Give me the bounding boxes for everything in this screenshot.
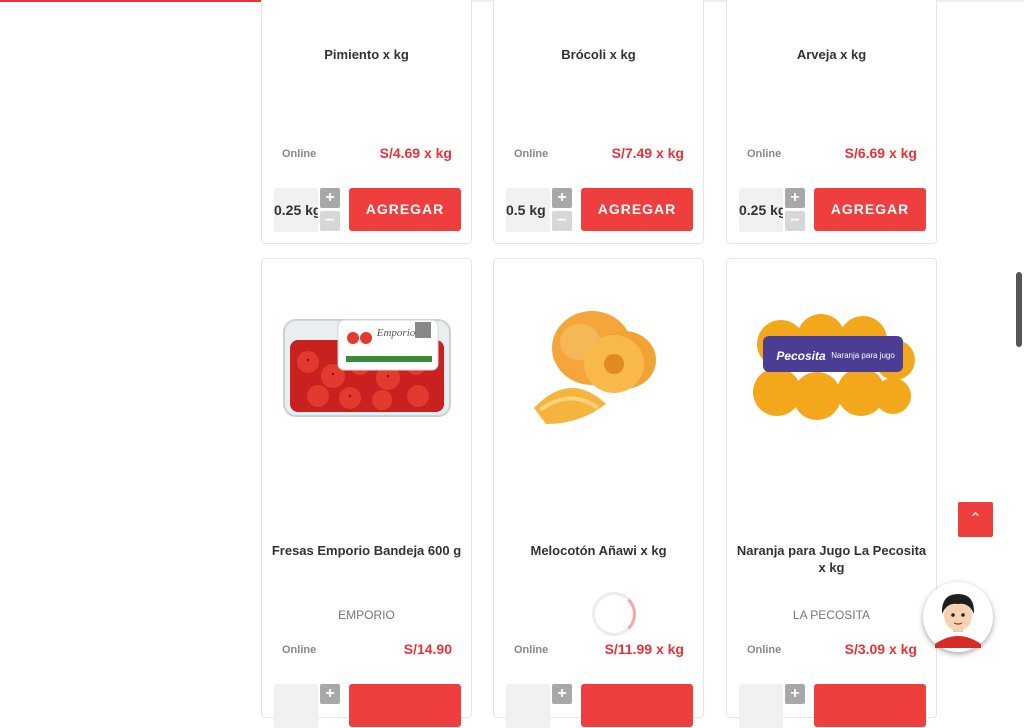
product-name[interactable]: Melocotón Añawi x kg xyxy=(502,542,695,559)
add-to-cart-button[interactable]: AGREGAR xyxy=(581,188,693,231)
sales-channel-label: Online xyxy=(747,148,782,160)
add-to-cart-button[interactable] xyxy=(581,684,693,727)
product-price: S/7.49 x kg xyxy=(611,145,684,161)
quantity-increase-button[interactable]: + xyxy=(320,684,340,704)
quantity-increase-button[interactable]: + xyxy=(320,188,340,208)
product-brand: EMPORIO xyxy=(338,608,395,622)
scrollbar-thumb[interactable] xyxy=(1016,272,1022,347)
add-to-cart-button[interactable] xyxy=(349,684,461,727)
product-card-pimiento[interactable]: Pimiento x kg Online S/4.69 x kg 0.25 kg… xyxy=(261,0,472,244)
assistant-avatar-icon[interactable] xyxy=(923,582,993,652)
product-card-arveja[interactable]: Arveja x kg Online S/6.69 x kg 0.25 kg +… xyxy=(726,0,937,244)
product-price: S/6.69 x kg xyxy=(844,145,917,161)
fresas-brand-mark: Emporio xyxy=(376,327,416,339)
product-name[interactable]: Fresas Emporio Bandeja 600 g xyxy=(270,542,463,559)
product-brand: LA PECOSITA xyxy=(792,608,871,622)
quantity-display[interactable] xyxy=(274,684,318,728)
sales-channel-label: Online xyxy=(747,644,782,656)
product-name[interactable]: Naranja para Jugo La Pecosita x kg xyxy=(735,542,928,576)
quantity-display[interactable]: 0.25 kg xyxy=(274,188,318,232)
product-card-melocoton[interactable]: Melocotón Añawi x kg Online S/11.99 x kg… xyxy=(493,258,704,728)
peach-image[interactable] xyxy=(510,284,687,434)
loading-spinner-icon xyxy=(592,592,636,636)
sales-channel-label: Online xyxy=(282,148,317,160)
quantity-increase-button[interactable]: + xyxy=(785,684,805,704)
product-name[interactable]: Brócoli x kg xyxy=(502,46,695,63)
sales-channel-label: Online xyxy=(282,644,317,656)
quantity-increase-button[interactable]: + xyxy=(552,188,572,208)
orange-bag-image[interactable]: Pecosita Naranja para jugo xyxy=(743,284,920,434)
product-name[interactable]: Pimiento x kg xyxy=(270,46,463,63)
chevron-up-icon[interactable]: ⌃ xyxy=(958,502,993,537)
quantity-display[interactable] xyxy=(739,684,783,728)
naranja-tag: Naranja para jugo xyxy=(831,351,895,360)
sales-channel-label: Online xyxy=(514,148,549,160)
product-name[interactable]: Arveja x kg xyxy=(735,46,928,63)
product-card-brocoli[interactable]: Brócoli x kg Online S/7.49 x kg 0.5 kg +… xyxy=(493,0,704,244)
product-card-fresas[interactable]: Emporio Fresas Emporio Bandeja 600 g EMP… xyxy=(261,258,472,728)
quantity-display[interactable]: 0.25 kg xyxy=(739,188,783,232)
quantity-decrease-button[interactable]: − xyxy=(785,211,805,231)
add-to-cart-button[interactable] xyxy=(814,684,926,727)
product-price: S/4.69 x kg xyxy=(379,145,452,161)
pecosita-logo: Pecosita xyxy=(776,349,826,363)
product-price: S/11.99 x kg xyxy=(604,641,684,657)
product-price: S/3.09 x kg xyxy=(844,641,917,657)
sales-channel-label: Online xyxy=(514,644,549,656)
add-to-cart-button[interactable]: AGREGAR xyxy=(814,188,926,231)
quantity-increase-button[interactable]: + xyxy=(785,188,805,208)
quantity-increase-button[interactable]: + xyxy=(552,684,572,704)
product-card-naranja[interactable]: Pecosita Naranja para jugo Naranja para … xyxy=(726,258,937,728)
quantity-decrease-button[interactable]: − xyxy=(552,211,572,231)
product-price: S/14.90 xyxy=(403,641,452,657)
quantity-display[interactable] xyxy=(506,684,550,728)
quantity-decrease-button[interactable]: − xyxy=(320,211,340,231)
strawberry-tray-image[interactable]: Emporio xyxy=(278,284,455,434)
quantity-display[interactable]: 0.5 kg xyxy=(506,188,550,232)
add-to-cart-button[interactable]: AGREGAR xyxy=(349,188,461,231)
